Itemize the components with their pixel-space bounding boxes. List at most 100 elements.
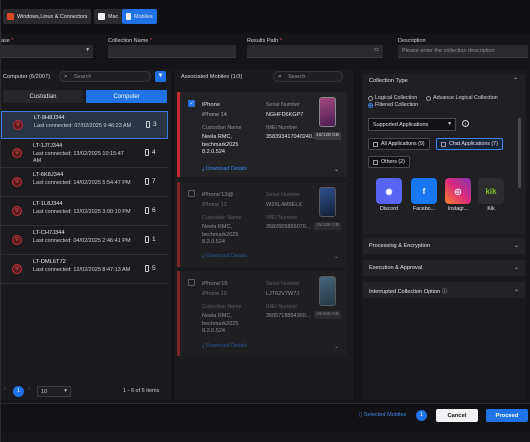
device-mobile-count: 5 xyxy=(145,265,156,272)
filter-button[interactable]: ▼ xyxy=(155,71,166,82)
cancel-button[interactable]: Cancel xyxy=(436,409,478,422)
next-page-icon[interactable]: › xyxy=(28,386,30,392)
phone-icon xyxy=(146,121,150,128)
interrupted-collection-section[interactable]: Interrupted Collection Option ⓘ ⌄ xyxy=(363,282,525,298)
device-row[interactable]: ⛨ LT-CH7J344 Last connected: 04/02/2025 … xyxy=(1,227,168,255)
facebook-icon[interactable]: f xyxy=(411,178,437,204)
shield-icon: ⛨ xyxy=(12,235,22,245)
device-row[interactable]: ⛨ LT-1L8J344 Last connected: 12/02/2025 … xyxy=(1,198,168,226)
chevron-down-icon: ⌄ xyxy=(513,287,519,293)
kik-icon[interactable]: kik xyxy=(478,178,504,204)
chevron-down-icon[interactable]: ⌄ xyxy=(334,166,339,173)
chevron-down-icon[interactable]: ⌄ xyxy=(334,343,339,350)
device-name: LT-1L8J344 xyxy=(33,201,63,207)
chevron-down-icon: ▾ xyxy=(448,121,451,127)
serial-value: LJT62V7W7J xyxy=(266,291,300,297)
prev-page-icon[interactable]: ‹ xyxy=(4,386,6,392)
processing-encryption-section[interactable]: Processing & Encryption ⌄ xyxy=(363,238,525,254)
chevron-down-icon[interactable]: ⌄ xyxy=(334,253,339,260)
mobile-card[interactable]: iPhone'15 iPhone 15 Serial Number LJT62V… xyxy=(177,271,347,356)
mobile-search-input[interactable]: ⌕ Search xyxy=(273,71,343,82)
device-last-connected: Last connected: 14/02/2025 5:54:47 PM xyxy=(33,180,131,186)
chip-others[interactable]: Others (2) xyxy=(368,156,410,168)
app-window: Windows,Linux & Connectors Mac Mobiles a… xyxy=(0,0,530,442)
device-mobile-count: 3 xyxy=(146,121,157,128)
chip-all-applications[interactable]: All Applications (9) xyxy=(368,138,430,150)
download-details-link[interactable]: ⤓ Download Details xyxy=(202,253,247,260)
results-path-input[interactable]: ▭ xyxy=(247,45,383,58)
radio-logical[interactable]: Logical Collection xyxy=(368,95,417,101)
chip-chat-applications[interactable]: Chat Applications (7) xyxy=(436,138,503,150)
storage-capacity: 25/128 GB xyxy=(314,222,341,230)
tab-custodian[interactable]: Custodian xyxy=(3,90,83,103)
chevron-down-icon: ⌄ xyxy=(513,265,519,271)
tab-windows-linux[interactable]: Windows,Linux & Connectors xyxy=(3,9,92,24)
tab-mac[interactable]: Mac xyxy=(94,9,123,24)
checkbox-icon xyxy=(373,141,378,147)
case-select[interactable]: ▾ xyxy=(1,45,93,58)
tab-label: Mobiles xyxy=(134,13,153,20)
mobile-icon xyxy=(126,13,131,20)
selected-mobiles-link[interactable]: ▯ Selected Mobiles xyxy=(359,412,406,418)
collection-type-title: Collection Type xyxy=(369,78,408,84)
checkbox-icon xyxy=(373,159,378,165)
description-input[interactable]: Please enter the collection description xyxy=(398,45,528,58)
download-details-link[interactable]: ⤓ Download Details xyxy=(202,166,247,173)
radio-filtered[interactable]: Filtered Collection xyxy=(368,102,418,108)
phone-image xyxy=(319,187,336,217)
collection-name-input[interactable] xyxy=(108,45,236,58)
page-size-select[interactable]: 10 ▾ xyxy=(37,386,71,397)
description-label: Description xyxy=(398,38,426,44)
device-row[interactable]: ⛨ LT-9H8J344 Last connected: 07/02/2025 … xyxy=(1,111,168,139)
proceed-button[interactable]: Proceed xyxy=(486,409,528,422)
phone-icon xyxy=(145,178,149,185)
chevron-up-icon[interactable]: ⌃ xyxy=(513,77,518,84)
shield-icon: ⛨ xyxy=(12,148,22,158)
device-row[interactable]: ⛨ LT-DML6T72 Last connected: 12/02/2025 … xyxy=(1,256,168,284)
windows-icon xyxy=(7,13,14,20)
shield-icon: ⛨ xyxy=(12,264,22,274)
tab-mobiles[interactable]: Mobiles xyxy=(122,9,157,24)
folder-icon: ▭ xyxy=(373,47,379,53)
execution-approval-section[interactable]: Execution & Approval ⌄ xyxy=(363,260,525,276)
device-name: LT-9H8J344 xyxy=(34,115,65,121)
mobile-checkbox[interactable] xyxy=(188,190,195,197)
serial-label: Serial Number xyxy=(266,192,300,198)
serial-label: Serial Number xyxy=(266,281,300,287)
device-last-connected: Last connected: 12/02/2025 3:00:10 PM xyxy=(33,209,131,215)
mobile-model: iPhone 15 xyxy=(202,291,227,297)
phone-image xyxy=(319,276,336,306)
device-row[interactable]: ⛨ LT-6K8J344 Last connected: 14/02/2025 … xyxy=(1,169,168,197)
scrollbar[interactable] xyxy=(518,118,521,188)
device-mobile-count: 4 xyxy=(145,149,156,156)
tab-computer[interactable]: Computer xyxy=(86,90,167,103)
phone-icon xyxy=(145,236,149,243)
device-mobile-count: 6 xyxy=(145,207,156,214)
phone-icon: ▯ xyxy=(359,412,363,418)
download-icon: ⤓ xyxy=(202,343,205,349)
app-name: Facebo... xyxy=(412,206,436,212)
discord-icon[interactable]: ◉ xyxy=(376,178,402,204)
computer-search-input[interactable]: ⌕ Search xyxy=(59,71,151,82)
applications-select[interactable]: Supported Applications ▾ xyxy=(368,118,456,131)
page-number[interactable]: 1 xyxy=(13,386,24,397)
download-details-link[interactable]: ⤓ Download Details xyxy=(202,343,247,350)
instagram-icon[interactable]: ◎ xyxy=(445,178,471,204)
mobile-checkbox[interactable]: ✓ xyxy=(188,100,195,107)
radio-advance-logical[interactable]: Advance Logical Collection xyxy=(426,95,498,101)
mobile-card[interactable]: iPhone'13@ iPhone 13 Serial Number W2XL4… xyxy=(177,182,347,267)
serial-value: NGHFD6KGP7 xyxy=(266,112,304,118)
mac-icon xyxy=(98,13,105,20)
chevron-down-icon: ⌄ xyxy=(513,243,519,249)
mobile-checkbox[interactable] xyxy=(188,279,195,286)
custodian-label: Custodian Name xyxy=(202,125,242,131)
pagination: ‹ 1 › 10 ▾ 1 - 6 of 6 items xyxy=(1,383,171,400)
custodian-label: Custodian Name xyxy=(202,215,242,221)
device-row[interactable]: ⛨ LT-1J7J344 Last connected: 13/02/2025 … xyxy=(1,140,168,168)
phone-icon xyxy=(145,265,149,272)
app-name: Instagr... xyxy=(447,206,469,212)
info-icon[interactable]: i xyxy=(462,120,469,127)
radio-icon xyxy=(426,95,431,101)
shield-icon: ⛨ xyxy=(12,177,22,187)
mobile-card[interactable]: ✓ iPhone iPhone 14 Serial Number NGHFD6K… xyxy=(177,92,347,177)
